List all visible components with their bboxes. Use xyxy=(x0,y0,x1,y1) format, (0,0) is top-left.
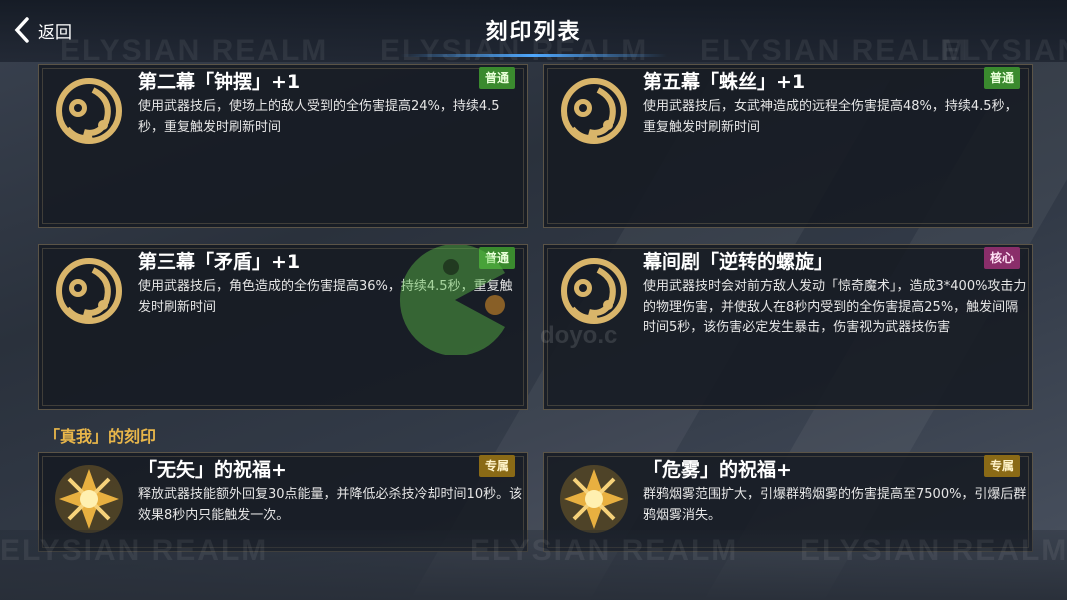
card-title: 「危雾」的祝福+ xyxy=(643,459,792,481)
golden-flower-emblem-icon xyxy=(560,465,628,533)
stigma-card[interactable]: 第五幕「蛛丝」+1 普通 使用武器技后，女武神造成的远程全伤害提高48%，持续4… xyxy=(543,64,1033,228)
card-title: 第三幕「矛盾」+1 xyxy=(138,251,301,273)
page-title: 刻印列表 xyxy=(485,20,582,45)
card-description: 使用武器技后，女武神造成的远程全伤害提高48%，持续4.5秒，重复触发时刷新时间 xyxy=(643,99,1018,135)
card-title: 第二幕「钟摆」+1 xyxy=(138,71,301,93)
title-underline xyxy=(400,54,667,57)
rarity-badge: 普通 xyxy=(478,67,515,89)
ornate-emblem-icon xyxy=(56,78,122,144)
card-description: 使用武器技后，使场上的敌人受到的全伤害提高24%，持续4.5秒，重复触发时刷新时… xyxy=(138,99,500,135)
rarity-badge: 核心 xyxy=(983,247,1020,269)
ornate-emblem-icon xyxy=(561,258,627,324)
card-description: 群鸦烟雾范围扩大，引爆群鸦烟雾的伤害提高至7500%，引爆后群鸦烟雾消失。 xyxy=(643,487,1027,523)
ornate-emblem-icon xyxy=(561,78,627,144)
card-description: 释放武器技能额外回复30点能量，并降低必杀技冷却时间10秒。该效果8秒内只能触发… xyxy=(138,487,523,523)
card-title: 幕间剧「逆转的螺旋」 xyxy=(643,251,834,273)
footer-watermark: ELYSIAN REALM xyxy=(470,534,739,567)
card-title: 第五幕「蛛丝」+1 xyxy=(643,71,806,93)
rarity-badge: 专属 xyxy=(478,455,515,477)
site-watermark-logo-icon xyxy=(399,245,505,355)
golden-flower-emblem-icon xyxy=(55,465,123,533)
section-heading: 「真我」的刻印 xyxy=(44,427,157,446)
rarity-badge: 专属 xyxy=(983,455,1020,477)
card-title: 「无矢」的祝福+ xyxy=(138,459,287,481)
top-bar: ELYSIAN REALM ELYSIAN REALM ELYSIAN REAL… xyxy=(0,0,1067,67)
footer-watermark: ELYSIAN REALM xyxy=(0,534,269,567)
rarity-badge: 普通 xyxy=(983,67,1020,89)
stigma-card[interactable]: 第二幕「钟摆」+1 普通 使用武器技后，使场上的敌人受到的全伤害提高24%，持续… xyxy=(38,64,528,228)
footer-watermark: ELYSIAN REALM xyxy=(800,534,1067,567)
site-watermark-text: doyo.c xyxy=(540,322,618,349)
bottom-bar: ELYSIAN REALM ELYSIAN REALM ELYSIAN REAL… xyxy=(0,530,1067,600)
ornate-emblem-icon xyxy=(56,258,122,324)
card-description: 使用武器技时会对前方敌人发动「惊奇魔术」，造成3*400%攻击力的物理伤害，并使… xyxy=(643,279,1027,335)
